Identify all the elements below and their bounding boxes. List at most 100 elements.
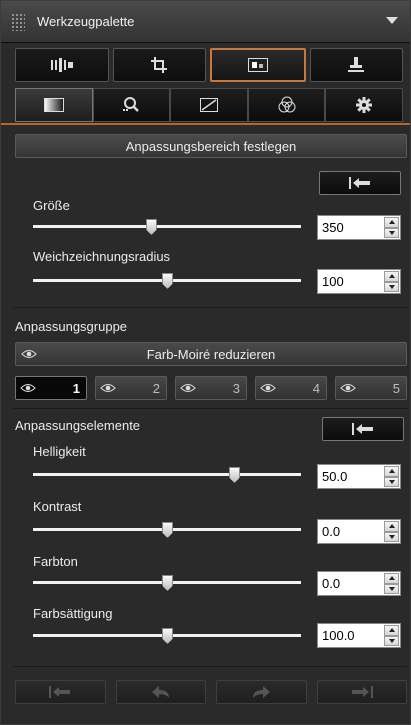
slider-thumb[interactable]: [229, 467, 240, 483]
reset-icon: [352, 423, 373, 435]
size-slider[interactable]: [33, 219, 301, 235]
tone-curve-icon: [199, 98, 218, 112]
eye-icon: [340, 384, 356, 392]
hue-slider[interactable]: [33, 575, 301, 591]
contrast-slider[interactable]: [33, 522, 301, 538]
tab-settings[interactable]: [325, 88, 403, 122]
slider-thumb[interactable]: [162, 628, 173, 644]
group-number: 4: [312, 380, 320, 396]
reset-elements-button[interactable]: [322, 417, 404, 441]
adjustment-group-label: Anpassungsgruppe: [15, 319, 128, 334]
last-step-button[interactable]: [316, 680, 407, 704]
divider: [13, 307, 407, 308]
crop-icon: [151, 57, 168, 73]
blur-radius-input[interactable]: [318, 270, 384, 293]
stepper-down[interactable]: [384, 476, 399, 487]
stepper-up[interactable]: [384, 217, 399, 228]
last-step-icon: [351, 686, 373, 698]
blur-radius-slider[interactable]: [33, 273, 301, 289]
tab-tone-curve[interactable]: [170, 88, 248, 122]
title-bar[interactable]: Werkzeugpalette: [1, 1, 410, 43]
group-number: 5: [392, 380, 400, 396]
undo-button[interactable]: [115, 680, 206, 704]
adjustment-area-icon: [247, 58, 268, 72]
slider-thumb[interactable]: [162, 575, 173, 591]
palette-title: Werkzeugpalette: [37, 14, 135, 29]
hue-stepper[interactable]: [317, 571, 401, 596]
tab-curves[interactable]: [15, 48, 109, 82]
brightness-stepper[interactable]: [317, 464, 401, 489]
saturation-input[interactable]: [318, 624, 384, 647]
history-button-row: [15, 680, 407, 704]
tab-adjustment-area[interactable]: [210, 48, 306, 82]
size-label: Größe: [33, 198, 70, 213]
tool-palette: Werkzeugpalette Anpassungsbereich festle…: [0, 0, 411, 725]
stepper-down[interactable]: [384, 635, 399, 646]
second-tab-row: [15, 88, 403, 122]
adjustment-elements-label: Anpassungselemente: [15, 418, 141, 433]
stepper-up[interactable]: [384, 466, 399, 477]
stepper-up[interactable]: [384, 521, 399, 532]
group-button-5[interactable]: 5: [335, 376, 407, 400]
tab-color[interactable]: [247, 88, 326, 122]
group-button-2[interactable]: 2: [95, 376, 167, 400]
brightness-label: Helligkeit: [33, 444, 86, 459]
stepper-up[interactable]: [384, 271, 399, 282]
slider-thumb[interactable]: [162, 273, 173, 289]
slider-thumb[interactable]: [145, 219, 157, 235]
saturation-stepper[interactable]: [317, 623, 401, 648]
tab-magnify[interactable]: [92, 88, 171, 122]
first-step-icon: [49, 686, 71, 698]
hue-label: Farbton: [33, 554, 78, 569]
saturation-label: Farbsättigung: [33, 606, 113, 621]
stepper-up[interactable]: [384, 573, 399, 584]
eye-icon: [100, 384, 116, 392]
stamp-icon: [348, 57, 365, 72]
blur-radius-stepper[interactable]: [317, 269, 401, 294]
group-button-3[interactable]: 3: [175, 376, 247, 400]
group-button-4[interactable]: 4: [255, 376, 327, 400]
group-button-1[interactable]: 1: [15, 376, 87, 400]
stepper-down[interactable]: [384, 531, 399, 542]
set-adjustment-area-button[interactable]: Anpassungsbereich festlegen: [15, 134, 407, 158]
divider: [13, 408, 407, 409]
adjustment-group-bar[interactable]: Farb-Moiré reduzieren: [15, 342, 407, 366]
blur-radius-label: Weichzeichnungsradius: [33, 249, 171, 264]
active-tab-indicator: [1, 123, 410, 125]
size-input[interactable]: [318, 216, 384, 239]
hue-input[interactable]: [318, 572, 384, 595]
eye-icon: [20, 384, 36, 392]
adjustment-group-name: Farb-Moiré reduzieren: [146, 347, 276, 362]
slider-thumb[interactable]: [162, 522, 173, 538]
top-tab-row: [15, 48, 403, 82]
tab-stamp[interactable]: [309, 48, 403, 82]
grip-icon[interactable]: [11, 13, 25, 31]
reset-area-button[interactable]: [319, 171, 401, 195]
undo-icon: [151, 686, 169, 698]
tab-crop[interactable]: [112, 48, 206, 82]
gear-icon: [356, 97, 373, 113]
stepper-up[interactable]: [384, 625, 399, 636]
redo-icon: [253, 686, 271, 698]
curves-icon: [50, 58, 73, 72]
dropdown-arrow-icon[interactable]: [386, 17, 398, 24]
group-number: 3: [232, 380, 240, 396]
group-number-row: 1 2 3 4 5: [15, 376, 407, 400]
stepper-down[interactable]: [384, 583, 399, 594]
size-stepper[interactable]: [317, 215, 401, 240]
stepper-down[interactable]: [384, 227, 399, 238]
gradient-icon: [43, 98, 64, 112]
first-step-button[interactable]: [15, 680, 106, 704]
tab-gradient[interactable]: [15, 88, 93, 122]
stepper-down[interactable]: [384, 281, 399, 292]
redo-button[interactable]: [216, 680, 307, 704]
divider: [13, 666, 407, 667]
contrast-label: Kontrast: [33, 499, 82, 514]
eye-icon: [260, 384, 276, 392]
saturation-slider[interactable]: [33, 628, 301, 644]
contrast-stepper[interactable]: [317, 519, 401, 544]
brightness-input[interactable]: [318, 465, 384, 488]
contrast-input[interactable]: [318, 520, 384, 543]
group-number: 1: [72, 380, 80, 396]
brightness-slider[interactable]: [33, 467, 301, 483]
